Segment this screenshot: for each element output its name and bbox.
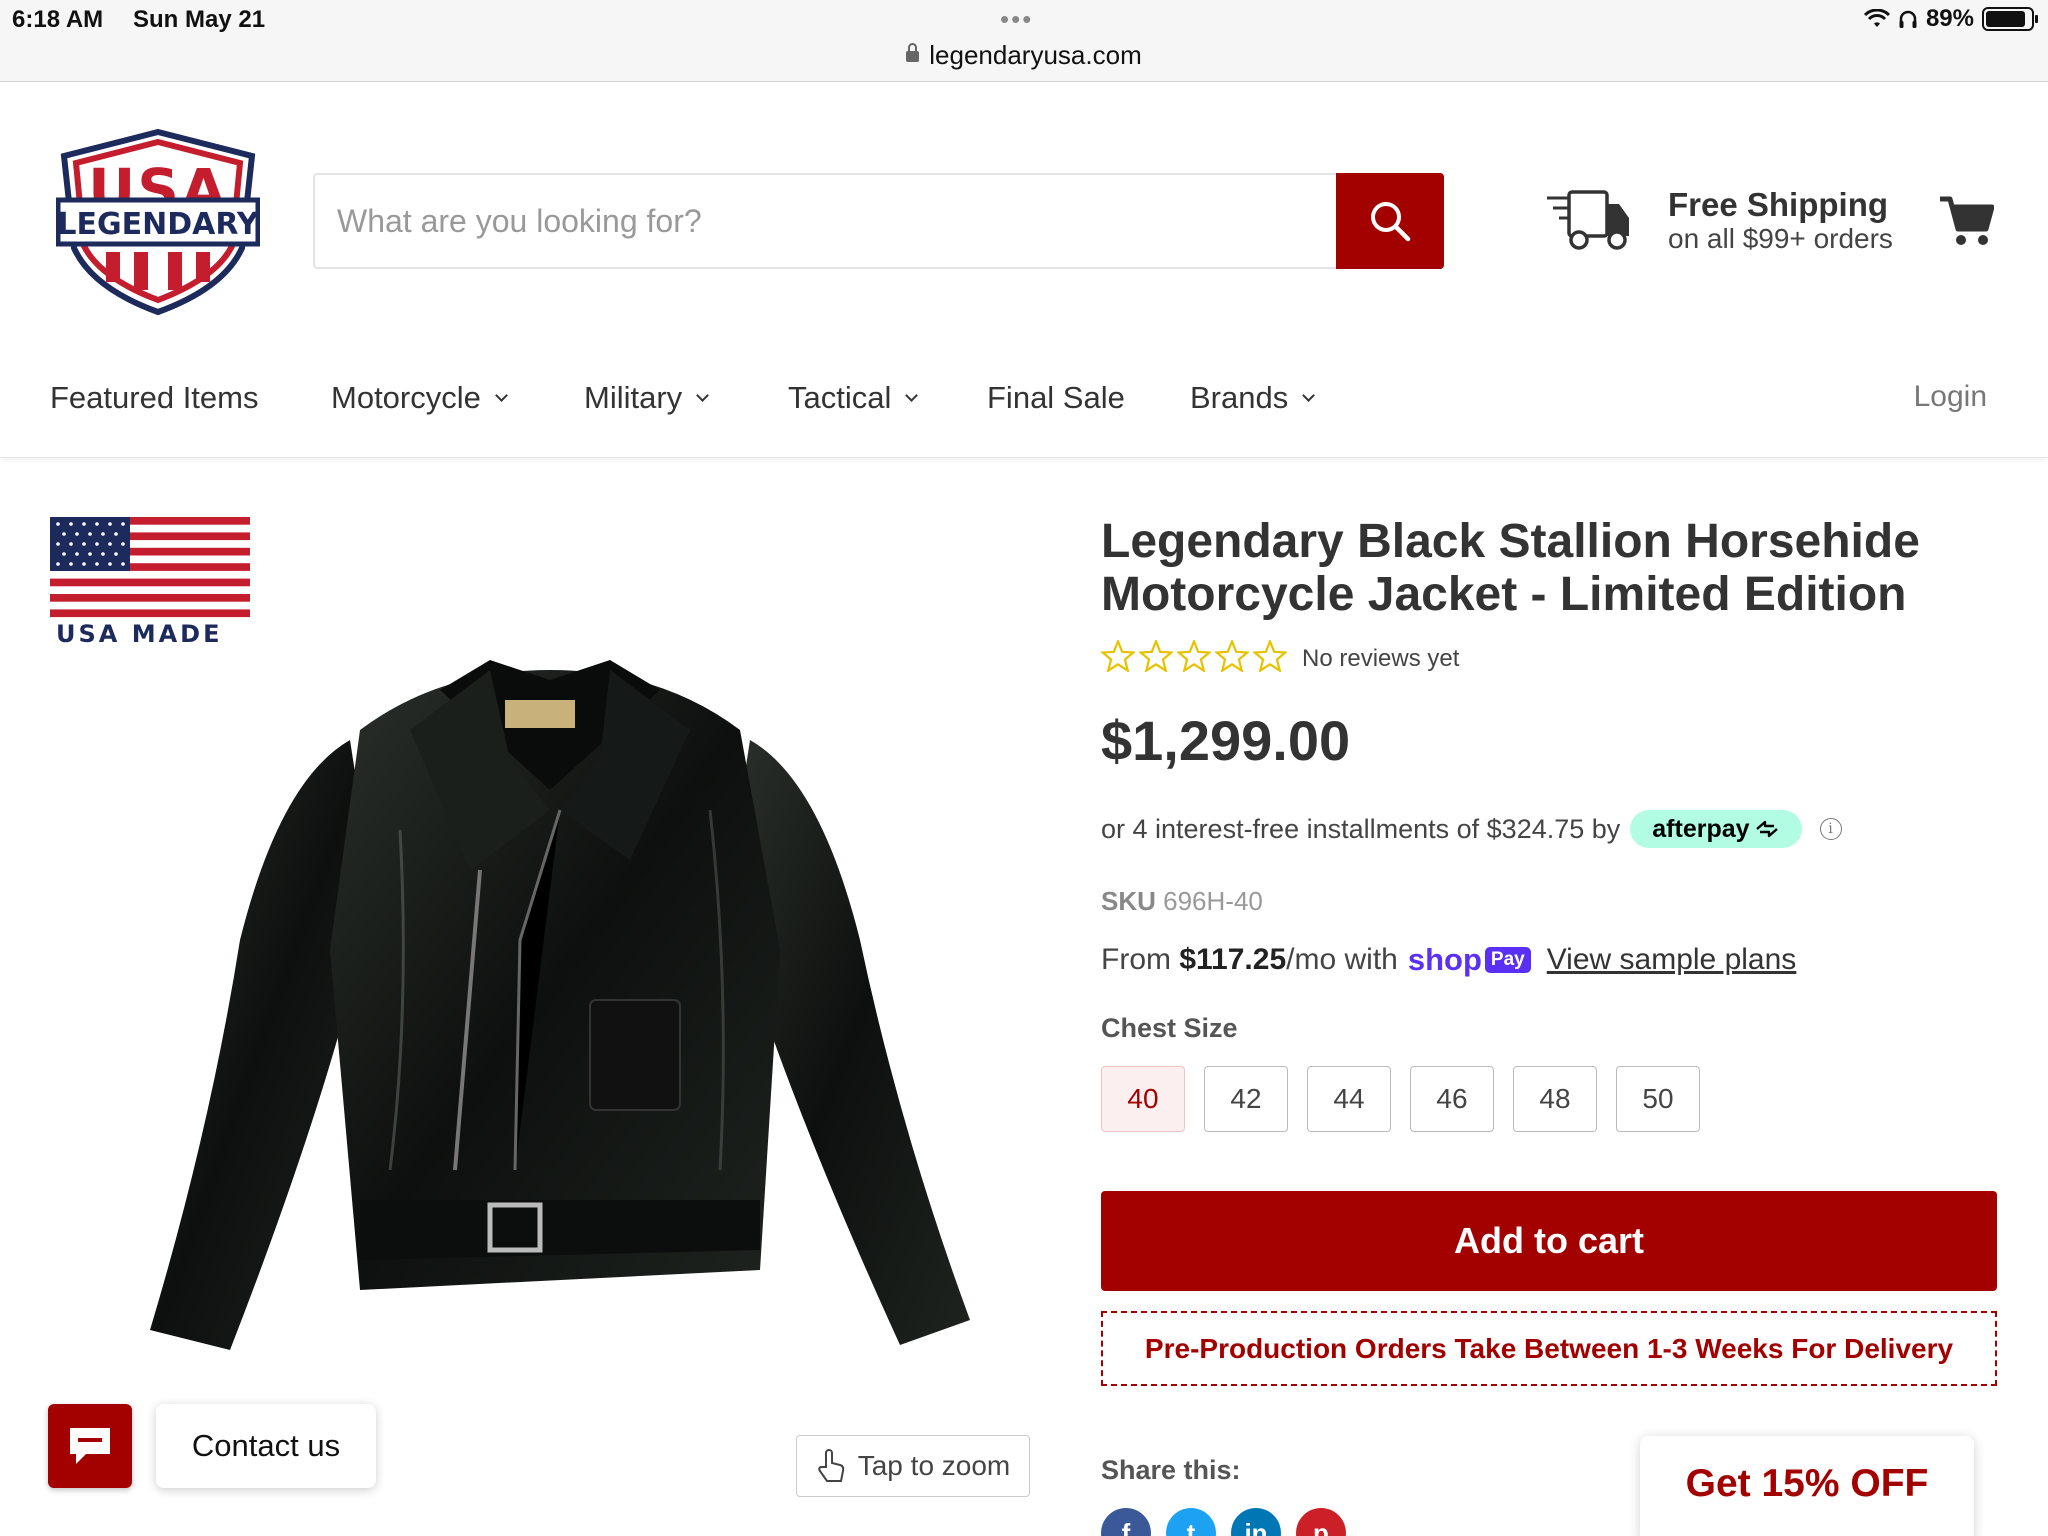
nav-label: Brands <box>1190 380 1289 415</box>
add-to-cart-button[interactable]: Add to cart <box>1101 1191 1997 1291</box>
logo-legendary-text: LEGENDARY <box>57 207 259 242</box>
browser-status-bar: 6:18 AM Sun May 21 ••• 89% legendaryusa.… <box>0 0 2048 82</box>
chat-bubble-icon <box>70 1428 110 1464</box>
chevron-down-icon <box>1302 388 1316 402</box>
chevron-down-icon <box>495 388 508 402</box>
reviews-count[interactable]: No reviews yet <box>1302 645 1459 673</box>
size-option-40[interactable]: 40 <box>1101 1066 1185 1132</box>
shoppay-financing: From $117.25/mo with shop Pay View sample… <box>1101 942 1796 978</box>
twitter-icon[interactable]: t <box>1166 1508 1216 1536</box>
tap-to-zoom-button[interactable]: Tap to zoom <box>796 1435 1030 1497</box>
nav-featured-items[interactable]: Featured Items <box>50 380 258 416</box>
discount-popup[interactable]: Get 15% OFF <box>1640 1436 1974 1536</box>
headphones-icon <box>1899 10 1917 28</box>
shoppay-logo: shop <box>1407 942 1482 977</box>
shoppay-amount: $117.25 <box>1179 943 1287 976</box>
star-outline-icon <box>1215 640 1249 672</box>
size-option-48[interactable]: 48 <box>1513 1066 1597 1132</box>
pinterest-icon[interactable]: p <box>1296 1508 1346 1536</box>
product-image-jacket[interactable] <box>110 610 990 1380</box>
star-outline-icon <box>1101 640 1135 672</box>
nav-label: Tactical <box>788 380 892 415</box>
shoppay-suffix: /mo with <box>1286 943 1398 976</box>
size-option-50[interactable]: 50 <box>1616 1066 1700 1132</box>
search-button[interactable] <box>1336 173 1444 269</box>
size-options: 40 42 44 46 48 50 <box>1101 1066 1700 1132</box>
nav-motorcycle[interactable]: Motorcycle <box>331 380 508 416</box>
linkedin-icon[interactable]: in <box>1231 1508 1281 1536</box>
size-option-46[interactable]: 46 <box>1410 1066 1494 1132</box>
nav-tactical[interactable]: Tactical <box>788 380 919 416</box>
search-icon <box>1371 202 1411 242</box>
afterpay-installments: or 4 interest-free installments of $324.… <box>1101 810 1842 848</box>
shoppay-from: From <box>1101 943 1171 976</box>
nav-label: Military <box>584 380 683 415</box>
zoom-label: Tap to zoom <box>857 1450 1011 1481</box>
size-option-44[interactable]: 44 <box>1307 1066 1391 1132</box>
login-link[interactable]: Login <box>1914 380 1987 414</box>
status-date: Sun May 21 <box>133 6 266 33</box>
battery-percent: 89% <box>1925 5 1974 32</box>
nav-label: Featured Items <box>50 380 259 415</box>
wifi-icon <box>1863 9 1890 27</box>
battery-icon <box>1982 7 2038 31</box>
afterpay-label: afterpay <box>1652 814 1750 843</box>
star-outline-icon <box>1253 640 1287 672</box>
address-bar[interactable]: legendaryusa.com <box>0 40 2048 71</box>
shoppay-pay-badge: Pay <box>1484 947 1531 973</box>
afterpay-arrows-icon <box>1755 820 1778 838</box>
delivery-truck-icon <box>1547 190 1629 250</box>
nav-label: Motorcycle <box>331 380 481 415</box>
url-text: legendaryusa.com <box>929 40 1142 70</box>
sku-value: 696H-40 <box>1163 886 1263 916</box>
product-title: Legendary Black Stallion Horsehide Motor… <box>1101 515 1920 621</box>
preproduction-notice: Pre-Production Orders Take Between 1-3 W… <box>1101 1311 1997 1386</box>
facebook-icon[interactable]: f <box>1101 1508 1151 1536</box>
cart-icon[interactable] <box>1938 193 1994 247</box>
legendary-usa-logo[interactable]: USA LEGENDARY <box>56 128 260 316</box>
afterpay-badge[interactable]: afterpay <box>1630 810 1802 848</box>
nav-label: Final Sale <box>987 380 1125 415</box>
nav-final-sale[interactable]: Final Sale <box>987 380 1125 416</box>
chevron-down-icon <box>696 388 710 402</box>
search-bar <box>313 173 1444 269</box>
nav-military[interactable]: Military <box>584 380 710 416</box>
product-sku: SKU 696H-40 <box>1101 886 1263 917</box>
chest-size-label: Chest Size <box>1101 1013 1238 1043</box>
sku-label: SKU <box>1101 886 1156 916</box>
share-label: Share this: <box>1101 1455 1241 1485</box>
info-icon[interactable]: i <box>1819 818 1842 840</box>
star-outline-icon <box>1177 640 1211 672</box>
rating-stars[interactable] <box>1101 640 1287 672</box>
status-indicators: 89% <box>1863 5 2038 33</box>
status-time: 6:18 AM <box>12 6 104 33</box>
hand-pointer-icon <box>817 1449 844 1482</box>
nav-brands[interactable]: Brands <box>1190 380 1316 416</box>
free-shipping-subtitle: on all $99+ orders <box>1668 223 1893 254</box>
chat-button[interactable] <box>48 1404 132 1488</box>
free-shipping-title: Free Shipping <box>1668 186 1889 223</box>
multitasking-dots-icon[interactable]: ••• <box>1000 4 1033 35</box>
view-sample-plans-link[interactable]: View sample plans <box>1547 943 1797 977</box>
installments-text: or 4 interest-free installments of $324.… <box>1101 813 1621 844</box>
product-price: $1,299.00 <box>1101 709 1351 772</box>
size-option-42[interactable]: 42 <box>1204 1066 1288 1132</box>
chevron-down-icon <box>905 388 919 402</box>
star-outline-icon <box>1139 640 1173 672</box>
search-input[interactable] <box>315 175 1336 267</box>
main-navigation: Featured Items Motorcycle Military Tacti… <box>0 360 2048 458</box>
social-share-buttons: f t in p <box>1101 1508 1346 1536</box>
lock-icon <box>906 43 920 62</box>
contact-us-button[interactable]: Contact us <box>156 1404 376 1488</box>
